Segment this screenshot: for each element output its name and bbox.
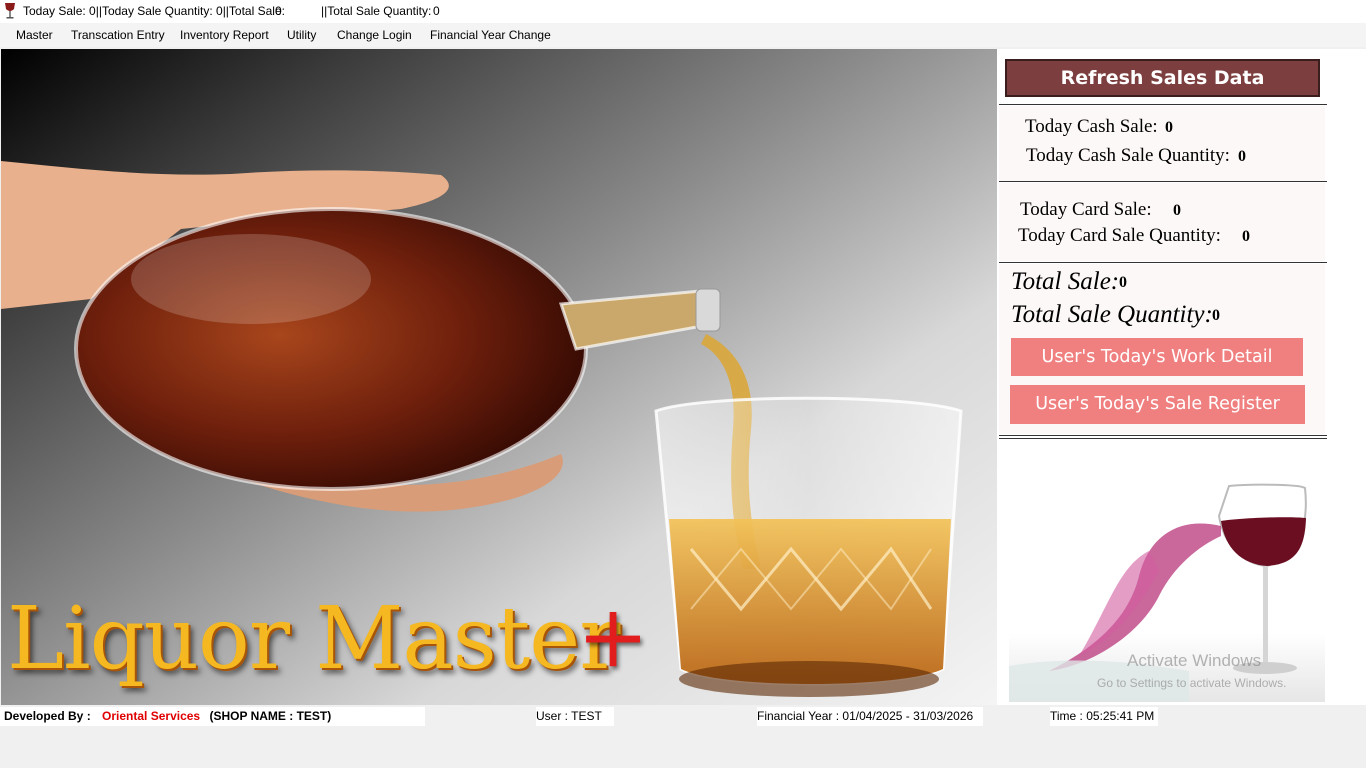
current-user: User : TEST (536, 707, 614, 726)
clock-time: Time : 05:25:41 PM (1050, 707, 1159, 726)
app-title: Liquor Master (7, 589, 620, 689)
user-work-detail-button[interactable]: User's Today's Work Detail (1011, 338, 1303, 376)
divider (999, 438, 1327, 439)
wine-glass-image: Activate Windows Go to Settings to activ… (1009, 456, 1325, 702)
today-card-qty-value: 0 (1242, 228, 1250, 245)
activate-windows-hint: Go to Settings to activate Windows. (1097, 676, 1287, 690)
skull-bottle (74, 207, 721, 491)
today-cash-sale-quantity: Today Cash Sale Quantity: 0 (1026, 145, 1246, 167)
today-card-qty-label: Today Card Sale Quantity: (1018, 225, 1221, 246)
menu-bar: Master Transcation Entry Inventory Repor… (0, 23, 1366, 47)
developed-by-label: Developed By : (4, 709, 91, 723)
today-cash-qty-label: Today Cash Sale Quantity: (1026, 145, 1230, 166)
total-sale-label: Total Sale: (1011, 268, 1120, 295)
cash-sale-section: Today Cash Sale: 0 Today Cash Sale Quant… (999, 106, 1325, 181)
today-card-sale-value: 0 (1173, 202, 1181, 219)
today-cash-sale: Today Cash Sale: 0 (1025, 116, 1173, 138)
sales-panel: Refresh Sales Data Today Cash Sale: 0 To… (997, 49, 1366, 705)
title-bar: Today Sale: 0||Today Sale Quantity: 0||T… (0, 0, 1366, 23)
today-cash-sale-label: Today Cash Sale: (1025, 116, 1158, 137)
whisky-glass (654, 396, 963, 697)
today-card-sale: Today Card Sale: 0 (1020, 199, 1181, 221)
total-sale-quantity-label: Total Sale Quantity: (1011, 301, 1213, 328)
divider (999, 104, 1327, 105)
developer-info: Developed By : Oriental Services (SHOP N… (0, 707, 425, 726)
activate-windows-watermark: Activate Windows (1127, 651, 1262, 670)
refresh-sales-button[interactable]: Refresh Sales Data (1005, 59, 1320, 97)
today-cash-sale-value: 0 (1165, 119, 1173, 136)
total-sale-quantity-label: ||Total Sale Quantity: (321, 4, 432, 18)
menu-master[interactable]: Master (14, 23, 55, 47)
menu-change-login[interactable]: Change Login (335, 23, 414, 47)
divider (999, 181, 1327, 182)
developer-name: Oriental Services (102, 709, 201, 723)
total-sale-quantity-value: 0 (433, 4, 440, 18)
menu-utility[interactable]: Utility (285, 23, 318, 47)
total-sale-quantity: Total Sale Quantity: 0 (1011, 301, 1220, 329)
total-sale: Total Sale: 0 (1011, 268, 1127, 296)
wine-glass-icon (5, 3, 15, 19)
total-sale-quantity-amount: 0 (1212, 307, 1220, 324)
menu-inventory-report[interactable]: Inventory Report (178, 23, 271, 47)
today-sale-summary: Today Sale: 0||Today Sale Quantity: 0||T… (23, 4, 285, 18)
app-title-plus: + (577, 587, 650, 687)
today-card-sale-label: Today Card Sale: (1020, 199, 1152, 220)
menu-financial-year-change[interactable]: Financial Year Change (428, 23, 553, 47)
shop-name: (SHOP NAME : TEST) (209, 709, 332, 723)
divider (999, 262, 1327, 263)
hero-banner: Liquor Master + (1, 49, 997, 705)
divider (999, 435, 1327, 436)
user-sale-register-button[interactable]: User's Today's Sale Register (1010, 385, 1305, 424)
total-sale-amount: 0 (1119, 274, 1127, 291)
status-bar: Developed By : Oriental Services (SHOP N… (0, 707, 1366, 726)
total-sale-value: 0 (275, 4, 282, 18)
menu-transaction-entry[interactable]: Transcation Entry (69, 23, 167, 47)
today-card-sale-quantity: Today Card Sale Quantity: 0 (1018, 225, 1250, 247)
card-sale-section: Today Card Sale: 0 Today Card Sale Quant… (999, 183, 1325, 261)
financial-year: Financial Year : 01/04/2025 - 31/03/2026 (757, 707, 984, 726)
total-sale-section: Total Sale: 0 Total Sale Quantity: 0 Use… (999, 264, 1325, 434)
today-cash-qty-value: 0 (1238, 148, 1246, 165)
